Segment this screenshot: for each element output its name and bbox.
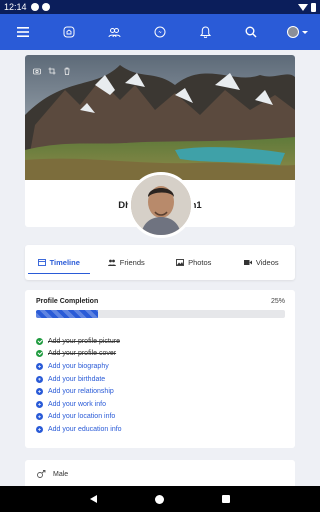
gender-icon xyxy=(37,470,46,478)
battery-icon xyxy=(311,2,316,12)
completion-task-label: Add your location info xyxy=(48,413,116,421)
search-button[interactable] xyxy=(229,14,275,50)
status-time: 12:14 xyxy=(4,2,27,12)
menu-icon xyxy=(16,27,29,37)
search-icon xyxy=(245,26,257,38)
profile-completion-progress xyxy=(36,310,285,318)
tab-videos[interactable]: Videos xyxy=(228,245,296,280)
completion-task-label: Add your work info xyxy=(48,400,106,408)
home-circle-icon[interactable] xyxy=(155,494,164,504)
plus-circle-icon xyxy=(36,388,43,396)
completion-task-item[interactable]: Add your education info xyxy=(36,423,122,436)
system-nav-bar xyxy=(0,486,320,512)
completion-task-item[interactable]: Add your relationship xyxy=(36,385,122,398)
friends-icon xyxy=(107,259,116,266)
plus-circle-icon xyxy=(36,375,43,383)
tab-label: Timeline xyxy=(49,258,80,267)
app-bar xyxy=(0,14,320,50)
completion-task-label: Add your profile cover xyxy=(48,350,117,358)
check-circle-icon xyxy=(36,350,43,358)
profile-avatar[interactable] xyxy=(128,172,194,238)
completion-task-list: Add your profile picture Add your profile… xyxy=(36,335,122,436)
tab-label: Friends xyxy=(119,258,145,267)
videos-icon xyxy=(243,260,252,265)
back-icon[interactable] xyxy=(90,495,97,503)
messenger-icon xyxy=(154,26,166,38)
completion-task-item[interactable]: Add your birthdate xyxy=(36,373,122,386)
profile-menu-icon xyxy=(286,26,299,38)
tab-label: Photos xyxy=(188,258,212,267)
home-button[interactable] xyxy=(46,14,92,50)
completion-task-label: Add your education info xyxy=(48,425,122,433)
cover-toolbar xyxy=(33,62,71,75)
chevron-down-icon xyxy=(301,30,308,34)
profile-completion-title: Profile Completion xyxy=(36,298,99,305)
completion-task-item[interactable]: Add your location info xyxy=(36,411,122,424)
tab-timeline[interactable]: Timeline xyxy=(25,245,93,280)
check-circle-icon xyxy=(36,337,43,345)
recent-apps-icon[interactable] xyxy=(222,495,230,503)
plus-circle-icon xyxy=(36,413,43,421)
tab-label: Videos xyxy=(255,258,279,267)
cover-photo[interactable] xyxy=(25,55,295,180)
main-content[interactable]: Dhirendra Mohan1 xyxy=(0,50,320,486)
messenger-button[interactable] xyxy=(137,14,183,50)
profile-completion-card: Profile Completion 25% Add your profile … xyxy=(25,290,295,448)
friends-icon xyxy=(108,27,121,37)
sim-icon xyxy=(30,3,39,11)
completion-task-label: Add your biography xyxy=(48,362,109,370)
completion-task-item: Add your profile cover xyxy=(36,348,122,361)
profile-tabs: Timeline Friends Photos Videos xyxy=(25,245,295,280)
camera-icon[interactable] xyxy=(33,62,41,75)
plus-circle-icon xyxy=(36,425,43,433)
crop-icon[interactable] xyxy=(48,62,56,75)
wifi-icon xyxy=(298,3,308,11)
notification-dot-icon xyxy=(41,3,50,11)
home-icon xyxy=(63,26,75,38)
completion-task-item[interactable]: Add your biography xyxy=(36,360,122,373)
gender-row: Male xyxy=(36,470,68,479)
menu-button[interactable] xyxy=(0,14,46,50)
gender-value: Male xyxy=(53,471,69,478)
completion-task-item: Add your profile picture xyxy=(36,335,122,348)
timeline-icon xyxy=(37,259,46,266)
tab-photos[interactable]: Photos xyxy=(160,245,228,280)
friends-button[interactable] xyxy=(91,14,137,50)
plus-circle-icon xyxy=(36,400,43,408)
completion-task-label: Add your relationship xyxy=(48,388,114,396)
delete-icon[interactable] xyxy=(63,62,71,75)
plus-circle-icon xyxy=(36,362,43,370)
status-bar: 12:14 xyxy=(0,0,320,14)
progress-fill xyxy=(36,310,99,318)
completion-task-label: Add your birthdate xyxy=(48,375,106,383)
completion-task-item[interactable]: Add your work info xyxy=(36,398,122,411)
profile-completion-header: Profile Completion 25% xyxy=(36,298,285,305)
about-card: Male xyxy=(25,460,295,486)
profile-menu-button[interactable] xyxy=(274,14,320,50)
photos-icon xyxy=(176,259,185,266)
tab-friends[interactable]: Friends xyxy=(93,245,161,280)
notifications-button[interactable] xyxy=(183,14,229,50)
profile-completion-percent: 25% xyxy=(270,298,285,305)
notifications-icon xyxy=(200,26,212,38)
completion-task-label: Add your profile picture xyxy=(48,337,120,345)
avatar-photo xyxy=(131,175,191,235)
